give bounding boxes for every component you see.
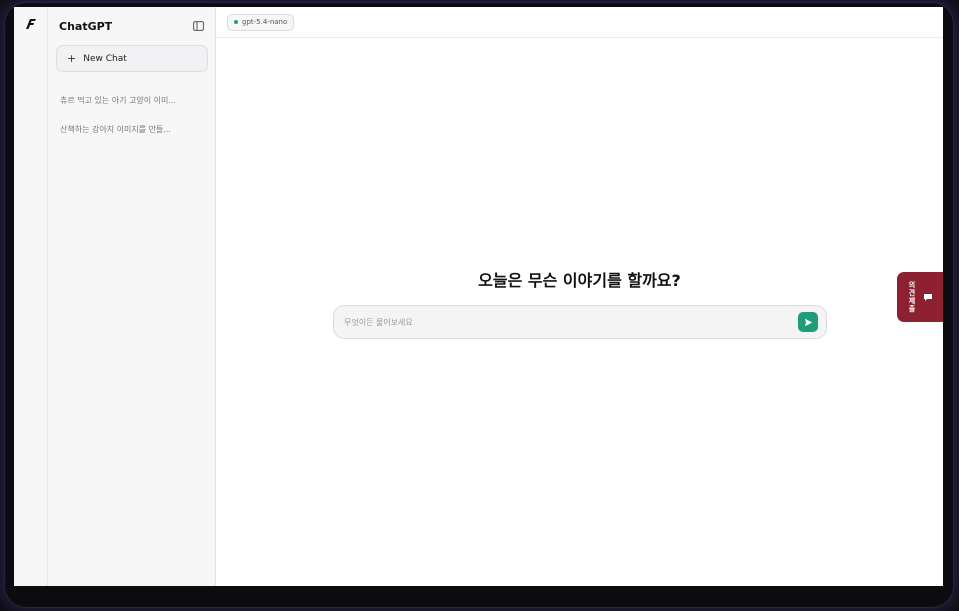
model-selector[interactable]: gpt-5.4-nano [227, 13, 295, 31]
sidebar-toggle-icon [192, 21, 204, 31]
send-icon [804, 318, 812, 326]
chat-history-item[interactable]: 츄르 먹고 있는 아기 고양이 이미... [48, 86, 215, 115]
app-title: ChatGPT [59, 19, 113, 33]
send-button[interactable] [798, 312, 818, 332]
icon-rail [14, 7, 48, 586]
model-status-dot [234, 20, 238, 24]
sidebar-toggle-button[interactable] [191, 19, 205, 33]
message-input[interactable] [344, 317, 798, 327]
sidebar-header: ChatGPT [48, 7, 215, 45]
chat-bubble-icon [924, 293, 932, 301]
page-title: 오늘은 무슨 이야기를 할까요? [478, 271, 681, 290]
app-window: ChatGPT + New Chat 츄르 먹고 있는 아기 고양이 이미...… [14, 7, 943, 586]
chat-history-list: 츄르 먹고 있는 아기 고양이 이미... 산책하는 강아지 이미지를 만들..… [48, 86, 215, 144]
new-chat-button[interactable]: + New Chat [56, 45, 208, 72]
message-composer [333, 305, 827, 339]
main-area: gpt-5.4-nano 오늘은 무슨 이야기를 할까요? [216, 7, 943, 586]
top-bar: gpt-5.4-nano [216, 7, 943, 38]
plus-icon: + [67, 52, 77, 65]
new-chat-label: New Chat [83, 53, 127, 64]
feedback-button[interactable]: 의견제출 [897, 272, 943, 322]
chat-history-item[interactable]: 산책하는 강아지 이미지를 만들... [48, 115, 215, 144]
model-label: gpt-5.4-nano [242, 18, 288, 26]
sidebar: ChatGPT + New Chat 츄르 먹고 있는 아기 고양이 이미...… [48, 7, 216, 586]
feedback-label: 의견제출 [908, 281, 916, 313]
app-logo-icon[interactable] [24, 17, 38, 31]
